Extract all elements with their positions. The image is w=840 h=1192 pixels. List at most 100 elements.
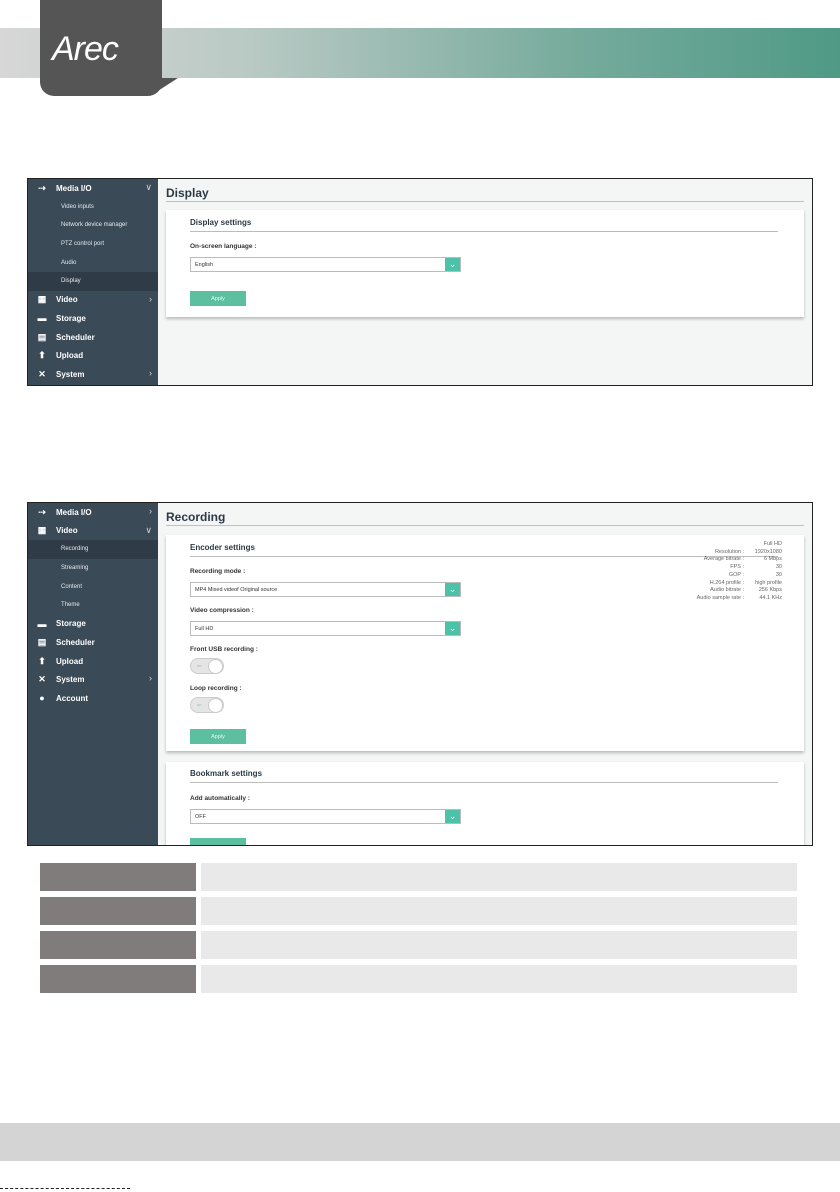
table-row: [40, 965, 797, 993]
account-icon: ●: [39, 693, 45, 704]
info-key: Audio sample rate :: [696, 594, 744, 601]
sidebar-subitem[interactable]: Content: [28, 577, 158, 596]
video-icon: ▦: [37, 525, 47, 536]
add-automatically-label: Add automatically :: [190, 795, 250, 802]
info-key: Average bitrate :: [703, 556, 744, 563]
chevron-down-icon[interactable]: ⌄: [445, 258, 460, 271]
manual-page: Arec ⇢ Media I/O ∨ Video inputs Network devi…: [0, 0, 840, 1192]
add-automatically-select[interactable]: OFF ⌄: [190, 809, 461, 824]
sidebar-item[interactable]: ⇢ Media I/O ∨: [28, 179, 158, 198]
chevron-icon[interactable]: ›: [149, 294, 152, 304]
language-select[interactable]: English ⌄: [190, 257, 461, 272]
sidebar: ⇢ Media I/O ∨ Video inputs Network device ma…: [28, 179, 158, 385]
chevron-down-icon[interactable]: ⌄: [445, 583, 460, 596]
apply-button[interactable]: Apply: [190, 729, 246, 744]
chevron-icon[interactable]: ∨: [145, 182, 152, 193]
chevron-icon[interactable]: ›: [149, 673, 152, 683]
info-value: 1920x1080: [754, 548, 782, 555]
loop-label: Loop recording :: [190, 685, 242, 692]
sidebar-item[interactable]: ▦ Video ›: [28, 291, 158, 310]
info-value: 30: [775, 571, 782, 578]
upload-icon: ⬆: [38, 655, 46, 666]
footer-band: [0, 1123, 840, 1161]
chevron-down-icon[interactable]: ⌄: [445, 622, 460, 635]
sidebar-subitem[interactable]: Theme: [28, 596, 158, 615]
chevron-icon[interactable]: ›: [149, 368, 152, 378]
logo-tab-corner: [150, 78, 178, 96]
info-row: Audio bitrate : 256 Kbps: [697, 587, 782, 595]
video-icon: ▦: [37, 294, 47, 305]
apply-button[interactable]: Apply: [190, 291, 246, 306]
sidebar-subitem[interactable]: PTZ control port: [28, 235, 158, 254]
info-key: Resolution :: [714, 548, 744, 555]
table-key-cell: [40, 965, 196, 993]
encoder-info: Full HD Resolution :1920x1080 Average bit…: [697, 541, 782, 603]
page-title: Display: [166, 186, 804, 202]
loop-toggle[interactable]: on: [190, 697, 224, 713]
sidebar-item[interactable]: ▦ Video ∨: [28, 522, 158, 541]
system-icon: ✕: [38, 368, 46, 379]
sidebar-subitem[interactable]: Video inputs: [28, 198, 158, 217]
sidebar-item[interactable]: ⇢ Media I/O ›: [28, 503, 158, 522]
chevron-icon[interactable]: ›: [149, 506, 152, 516]
info-heading: Full HD: [763, 541, 782, 547]
sidebar-item-label: Video: [56, 295, 78, 305]
storage-icon: ▬: [37, 313, 47, 324]
info-row: GOP : 30: [697, 572, 782, 580]
sidebar-item[interactable]: ● Account: [28, 689, 158, 708]
sidebar-item-label: Media I/O: [56, 183, 92, 193]
info-key: Audio bitrate :: [710, 587, 744, 594]
main-content: Display Display settings On-screen langu…: [158, 179, 812, 385]
sidebar-item[interactable]: ▤ Scheduler: [28, 633, 158, 652]
recording-mode-select[interactable]: MP4 Mixed videof Original source ⌄: [190, 582, 461, 597]
compression-select[interactable]: Full HD ⌄: [190, 621, 461, 636]
sidebar-item-label: Storage: [56, 619, 86, 629]
table-value-cell: [201, 897, 797, 925]
table-row: [40, 863, 797, 891]
language-value: English: [195, 261, 214, 268]
display-settings-card: Display settings On-screen language : En…: [166, 210, 804, 317]
sidebar-item[interactable]: ▤ Scheduler: [28, 328, 158, 347]
scheduler-icon: ▤: [37, 331, 47, 342]
sidebar-item-label: System: [56, 369, 85, 379]
apply-button[interactable]: [190, 838, 246, 845]
info-row: H.264 profile : high profile: [697, 580, 782, 588]
front-usb-toggle[interactable]: on: [190, 658, 224, 674]
sidebar-subitem[interactable]: Recording: [28, 540, 158, 559]
info-value: 30: [775, 564, 782, 571]
table-row: [40, 931, 797, 959]
info-key: FPS :: [730, 564, 744, 571]
footer-rule: [0, 1188, 130, 1191]
info-value: 256 Kbps: [758, 587, 782, 594]
toggle-knob: [208, 698, 223, 713]
sidebar-item[interactable]: ⬆ Upload: [28, 652, 158, 671]
sidebar-subitem[interactable]: Audio: [28, 253, 158, 272]
info-row: Average bitrate : 6 Mbps: [697, 556, 782, 564]
sidebar-subitem[interactable]: Network device manager: [28, 216, 158, 235]
media-io-icon: ⇢: [38, 182, 46, 193]
sidebar-item-label: Media I/O: [56, 507, 92, 517]
main-content: Recording Encoder settings Recording mod…: [158, 503, 812, 845]
sidebar-item-label: Upload: [56, 656, 84, 666]
toggle-knob: [208, 659, 223, 674]
chevron-icon[interactable]: ∨: [145, 525, 152, 536]
add-automatically-value: OFF: [195, 813, 206, 820]
sidebar-item-label: Scheduler: [56, 332, 95, 342]
chevron-down-icon[interactable]: ⌄: [445, 810, 460, 823]
sidebar-item[interactable]: ▬ Storage: [28, 309, 158, 328]
sidebar-item[interactable]: ▬ Storage: [28, 615, 158, 634]
sidebar-item[interactable]: ✕ System ›: [28, 365, 158, 384]
table-value-cell: [201, 965, 797, 993]
table-key-cell: [40, 897, 196, 925]
sidebar-subitem[interactable]: Display: [28, 271, 158, 291]
sidebar-subitem[interactable]: Streaming: [28, 559, 158, 578]
sidebar-item[interactable]: ✕ System ›: [28, 670, 158, 689]
language-label: On-screen language :: [190, 243, 257, 250]
sidebar-item-label: System: [56, 675, 85, 685]
recording-screenshot: ⇢ Media I/O › ▦ Video ∨ Recording Streaming Cont…: [27, 502, 813, 846]
card-title: Display settings: [190, 218, 778, 232]
sidebar-item-label: Upload: [56, 351, 84, 361]
info-value: 44.1 KHz: [759, 594, 782, 601]
compression-label: Video compression :: [190, 607, 254, 614]
sidebar-item[interactable]: ⬆ Upload: [28, 346, 158, 365]
